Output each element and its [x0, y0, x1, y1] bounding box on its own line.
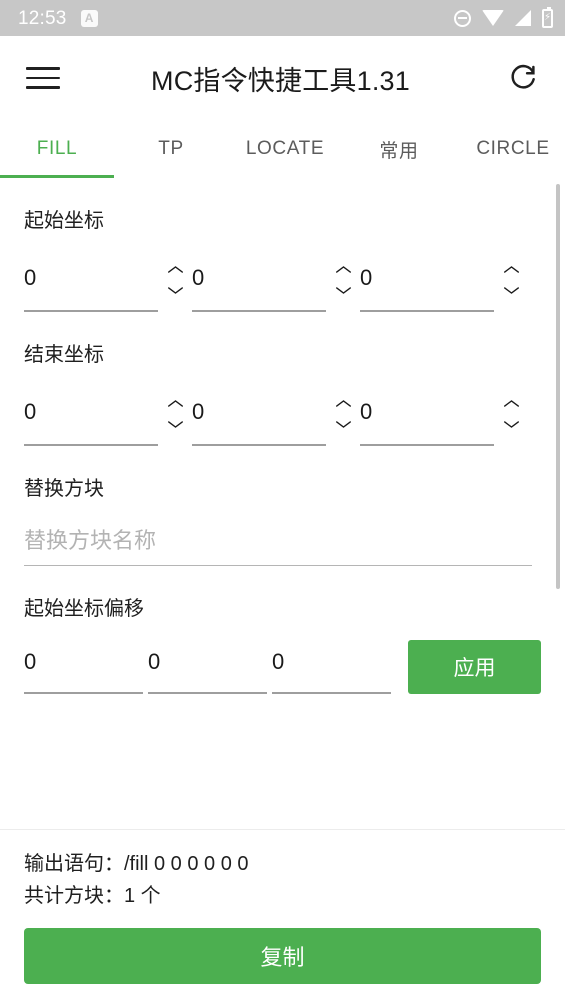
vertical-scrollbar-thumb[interactable]: [556, 184, 560, 589]
tab-bar: FILL TP LOCATE 常用 CIRCLE: [0, 120, 565, 178]
chevron-up-icon[interactable]: [335, 399, 352, 408]
start-coord-z-spinner: [494, 252, 528, 312]
start-offset-row: 0 0 0 应用: [24, 640, 541, 694]
start-coord-y-input[interactable]: 0: [192, 252, 326, 312]
tab-common[interactable]: 常用: [342, 120, 456, 178]
chevron-up-icon[interactable]: [503, 265, 520, 274]
end-coords-label: 结束坐标: [24, 344, 104, 366]
chevron-up-icon[interactable]: [335, 265, 352, 274]
form-scroll-area[interactable]: 起始坐标 0 0 0 结束坐标 0 0 0 替换方块 替换方块名称 起始坐标偏移…: [0, 178, 565, 829]
start-coords-label: 起始坐标: [24, 210, 104, 232]
copy-button[interactable]: 复制: [24, 928, 541, 984]
tab-locate[interactable]: LOCATE: [228, 120, 342, 178]
tab-fill[interactable]: FILL: [0, 120, 114, 178]
status-bar-right: ⚡: [454, 6, 553, 28]
start-coord-x-input[interactable]: 0: [24, 252, 158, 312]
start-offset-y-input[interactable]: 0: [148, 640, 267, 694]
start-offset-label: 起始坐标偏移: [24, 598, 144, 620]
status-bar: 12:53 A ⚡: [0, 0, 565, 36]
output-panel: 输出语句：/fill 0 0 0 0 0 0 共计方块：1 个 复制: [0, 829, 565, 1004]
battery-charging-icon: ⚡: [542, 6, 553, 28]
start-coord-z-stepper[interactable]: 0: [360, 252, 528, 312]
chevron-down-icon[interactable]: [335, 286, 352, 295]
chevron-up-icon[interactable]: [503, 399, 520, 408]
chevron-down-icon[interactable]: [503, 420, 520, 429]
status-time: 12:53: [18, 7, 67, 29]
signal-icon: [515, 10, 531, 26]
output-command-text: 输出语句：/fill 0 0 0 0 0 0: [24, 853, 249, 875]
start-offset-x-input[interactable]: 0: [24, 640, 143, 694]
chevron-down-icon[interactable]: [335, 420, 352, 429]
app-bar: MC指令快捷工具1.31: [0, 36, 565, 120]
app-root: 12:53 A ⚡ MC指令快捷工具1.31 FILL TP LOCATE 常用…: [0, 0, 565, 1004]
status-bar-left: 12:53 A: [18, 9, 454, 28]
apply-button[interactable]: 应用: [408, 640, 541, 694]
start-coord-x-stepper[interactable]: 0: [24, 252, 192, 312]
end-coord-x-spinner: [158, 386, 192, 446]
replace-block-label: 替换方块: [24, 478, 104, 500]
tab-circle[interactable]: CIRCLE: [456, 120, 565, 178]
output-total-blocks-text: 共计方块：1 个: [24, 885, 161, 907]
end-coord-x-input[interactable]: 0: [24, 386, 158, 446]
chevron-down-icon[interactable]: [167, 286, 184, 295]
do-not-disturb-icon: [454, 9, 471, 27]
end-coord-z-input[interactable]: 0: [360, 386, 494, 446]
page-title: MC指令快捷工具1.31: [151, 65, 410, 96]
end-coord-y-stepper[interactable]: 0: [192, 386, 360, 446]
chevron-up-icon[interactable]: [167, 265, 184, 274]
hamburger-menu-icon[interactable]: [26, 59, 64, 97]
end-coord-y-input[interactable]: 0: [192, 386, 326, 446]
chevron-up-icon[interactable]: [167, 399, 184, 408]
start-coord-x-spinner: [158, 252, 192, 312]
start-offset-z-input[interactable]: 0: [272, 640, 391, 694]
start-coord-y-spinner: [326, 252, 360, 312]
start-coord-z-input[interactable]: 0: [360, 252, 494, 312]
tab-tp[interactable]: TP: [114, 120, 228, 178]
chevron-down-icon[interactable]: [503, 286, 520, 295]
wifi-icon: [482, 10, 504, 26]
end-coord-x-stepper[interactable]: 0: [24, 386, 192, 446]
replace-block-input[interactable]: 替换方块名称: [24, 526, 532, 566]
refresh-icon[interactable]: [503, 58, 543, 98]
end-coord-z-stepper[interactable]: 0: [360, 386, 528, 446]
start-coord-y-stepper[interactable]: 0: [192, 252, 360, 312]
end-coord-y-spinner: [326, 386, 360, 446]
chevron-down-icon[interactable]: [167, 420, 184, 429]
notification-app-icon: A: [80, 9, 98, 27]
end-coord-z-spinner: [494, 386, 528, 446]
start-coords-row: 0 0 0: [24, 252, 541, 312]
end-coords-row: 0 0 0: [24, 386, 541, 446]
replace-block-placeholder: 替换方块名称: [24, 528, 157, 553]
